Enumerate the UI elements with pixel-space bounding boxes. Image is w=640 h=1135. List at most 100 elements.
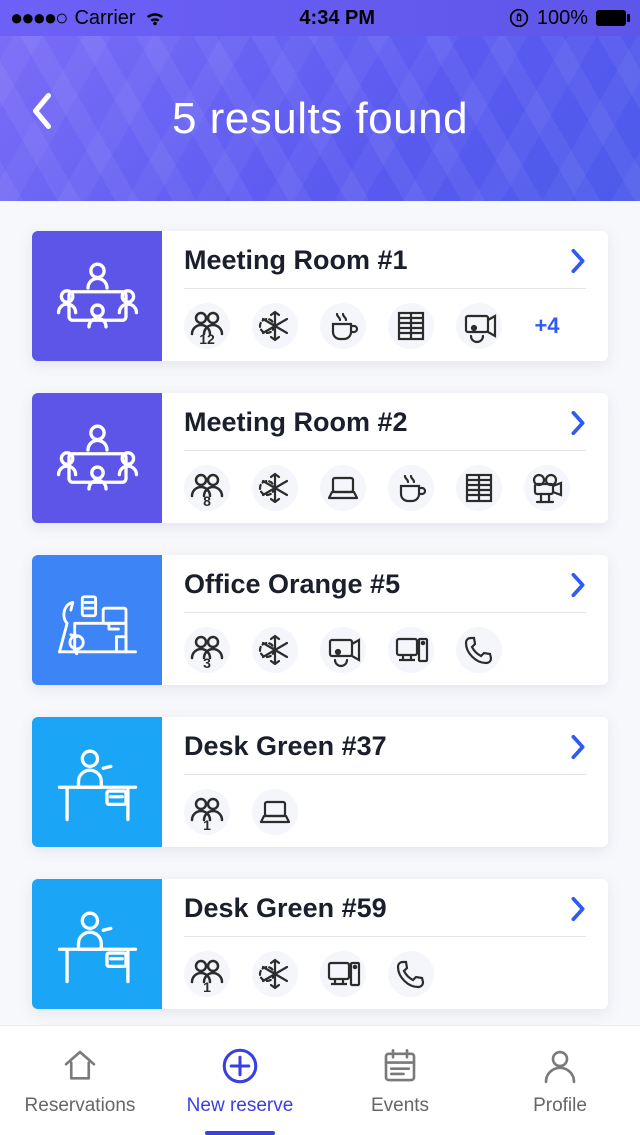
card-title-row: Meeting Room #2 <box>184 407 586 451</box>
amenities-row: 12 +4 <box>184 289 586 349</box>
blinds-icon <box>391 306 431 346</box>
room-thumbnail <box>32 555 162 685</box>
card-body: Desk Green #37 1 <box>162 717 608 847</box>
card-title-row: Office Orange #5 <box>184 569 586 613</box>
meeting-icon <box>50 411 145 506</box>
card-body: Desk Green #59 1 <box>162 879 608 1009</box>
blinds-icon <box>459 468 499 508</box>
room-name: Office Orange #5 <box>184 569 400 600</box>
card-body: Meeting Room #112+4 <box>162 231 608 361</box>
amenity-coffee <box>320 303 366 349</box>
wifi-icon <box>144 9 166 27</box>
result-card[interactable]: Meeting Room #2 8 <box>32 393 608 523</box>
svg-text:1: 1 <box>203 979 211 994</box>
tab-profile-icon <box>539 1045 581 1087</box>
amenity-laptop <box>320 465 366 511</box>
projector-icon <box>459 306 499 346</box>
svg-text:12: 12 <box>199 331 215 346</box>
result-card[interactable]: Meeting Room #112+4 <box>32 231 608 361</box>
chevron-right-icon <box>570 896 586 922</box>
result-card[interactable]: Desk Green #37 1 <box>32 717 608 847</box>
desktop-icon <box>391 630 431 670</box>
chevron-right-icon <box>570 248 586 274</box>
amenities-row: 3 <box>184 613 586 673</box>
svg-text:8: 8 <box>203 493 211 508</box>
tab-reservations[interactable]: Reservations <box>0 1026 160 1135</box>
tab-bar: Reservations New reserve Events Profile <box>0 1025 640 1135</box>
tab-label: Reservations <box>25 1095 136 1117</box>
amenity-capacity: 1 <box>184 789 230 835</box>
amenity-climate <box>252 951 298 997</box>
projector-icon <box>323 630 363 670</box>
capacity-icon: 1 <box>187 792 227 832</box>
amenities-more[interactable]: +4 <box>524 303 570 349</box>
results-list: Meeting Room #112+4Meeting Room #28Offic… <box>0 201 640 1025</box>
chevron-right-icon <box>570 734 586 760</box>
back-button[interactable] <box>22 91 62 131</box>
page-header: 5 results found <box>0 36 640 201</box>
amenity-laptop <box>252 789 298 835</box>
status-right: 100% <box>509 7 630 30</box>
chevron-right-icon <box>570 410 586 436</box>
amenity-phone <box>456 627 502 673</box>
orientation-lock-icon <box>509 8 529 28</box>
amenity-projector <box>320 627 366 673</box>
tab-new-reserve-icon <box>219 1045 261 1087</box>
amenity-blinds <box>388 303 434 349</box>
amenity-capacity: 1 <box>184 951 230 997</box>
phone-icon <box>459 630 499 670</box>
amenities-row: 1 <box>184 937 586 997</box>
more-count: +4 <box>534 313 559 339</box>
chevron-left-icon <box>31 93 53 129</box>
tab-reservations-icon <box>59 1045 101 1087</box>
status-time: 4:34 PM <box>299 7 375 30</box>
signal-dots-icon: ●●●●○ <box>10 5 66 31</box>
capacity-icon: 8 <box>187 468 227 508</box>
battery-percent: 100% <box>537 7 588 30</box>
capacity-icon: 3 <box>187 630 227 670</box>
amenity-camera <box>524 465 570 511</box>
camera-icon <box>527 468 567 508</box>
desk-icon <box>50 735 145 830</box>
room-name: Desk Green #59 <box>184 893 387 924</box>
card-body: Meeting Room #2 8 <box>162 393 608 523</box>
room-thumbnail <box>32 717 162 847</box>
climate-icon <box>255 306 295 346</box>
tab-events[interactable]: Events <box>320 1026 480 1135</box>
amenities-row: 8 <box>184 451 586 511</box>
amenity-climate <box>252 303 298 349</box>
amenity-capacity: 8 <box>184 465 230 511</box>
svg-text:1: 1 <box>203 817 211 832</box>
amenity-capacity: 12 <box>184 303 230 349</box>
tab-new-reserve[interactable]: New reserve <box>160 1026 320 1135</box>
card-title-row: Desk Green #59 <box>184 893 586 937</box>
room-name: Meeting Room #2 <box>184 407 408 438</box>
result-card[interactable]: Desk Green #59 1 <box>32 879 608 1009</box>
result-card[interactable]: Office Orange #5 3 <box>32 555 608 685</box>
amenity-projector <box>456 303 502 349</box>
amenity-coffee <box>388 465 434 511</box>
tab-profile[interactable]: Profile <box>480 1026 640 1135</box>
battery-icon <box>596 10 630 26</box>
tab-label: Profile <box>533 1095 587 1117</box>
amenity-phone <box>388 951 434 997</box>
climate-icon <box>255 468 295 508</box>
amenity-climate <box>252 465 298 511</box>
climate-icon <box>255 954 295 994</box>
desktop-icon <box>323 954 363 994</box>
page-title: 5 results found <box>172 94 468 144</box>
office-icon <box>50 573 145 668</box>
card-body: Office Orange #5 3 <box>162 555 608 685</box>
amenities-row: 1 <box>184 775 586 835</box>
desk-icon <box>50 897 145 992</box>
climate-icon <box>255 630 295 670</box>
tab-label: Events <box>371 1095 429 1117</box>
amenity-capacity: 3 <box>184 627 230 673</box>
room-thumbnail <box>32 393 162 523</box>
meeting-icon <box>50 249 145 344</box>
room-thumbnail <box>32 879 162 1009</box>
svg-text:3: 3 <box>203 655 211 670</box>
amenity-climate <box>252 627 298 673</box>
laptop-icon <box>255 792 295 832</box>
room-name: Desk Green #37 <box>184 731 387 762</box>
